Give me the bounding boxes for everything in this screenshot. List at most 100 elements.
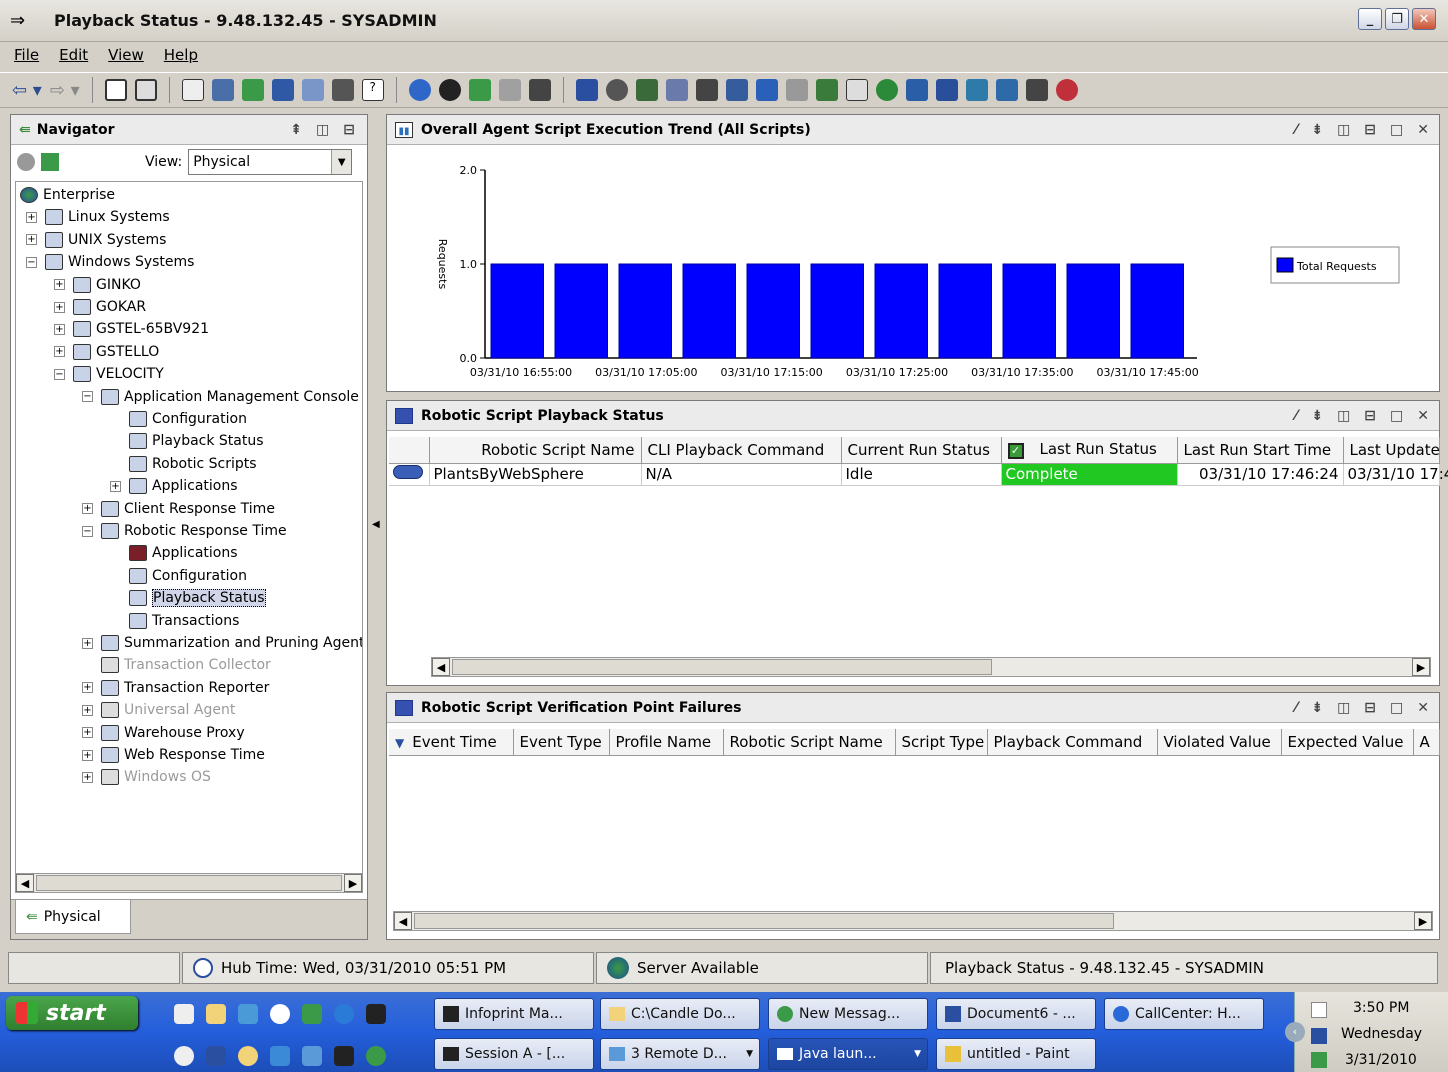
tree-node[interactable]: + Transaction Reporter	[82, 677, 269, 699]
topology-view-icon[interactable]	[995, 79, 1018, 101]
bar-chart-icon[interactable]	[635, 79, 658, 101]
column-header[interactable]: Profile Name	[609, 729, 724, 756]
link-icon[interactable]	[211, 79, 234, 101]
restore-button[interactable]: ❐	[1385, 8, 1409, 30]
column-header[interactable]: Playback Command	[987, 729, 1158, 756]
tree-node[interactable]: Transaction Collector	[82, 654, 271, 676]
panel-splitter[interactable]: ◀	[370, 114, 382, 940]
properties-icon[interactable]	[181, 79, 204, 101]
expand-icon[interactable]: +	[82, 704, 93, 716]
expand-icon[interactable]: +	[54, 346, 65, 358]
message-log-icon[interactable]	[815, 79, 838, 101]
expand-icon[interactable]: +	[82, 749, 93, 761]
split-horizontal-icon[interactable]: ⊟	[1364, 122, 1376, 138]
taskbar-item[interactable]: Session A - [...	[434, 1038, 594, 1070]
tree-node[interactable]: + GINKO	[54, 274, 141, 296]
split-vertical-icon[interactable]: ◫	[1337, 700, 1350, 716]
scroll-thumb[interactable]	[36, 875, 342, 891]
split-vertical-icon[interactable]: ◫	[1337, 408, 1350, 424]
taskbar-item[interactable]: Document6 - ...	[936, 998, 1096, 1030]
monitor-icon[interactable]	[725, 79, 748, 101]
scroll-right-icon[interactable]: ▶	[344, 874, 362, 892]
new-workspace-icon[interactable]	[104, 79, 127, 101]
stop-icon[interactable]	[438, 79, 461, 101]
collapse-left-icon[interactable]: ◀	[372, 519, 380, 530]
view-select[interactable]: Physical ▼	[188, 149, 353, 175]
scroll-left-icon[interactable]: ◀	[16, 874, 34, 892]
column-header[interactable]: Last Run Start Time	[1177, 437, 1344, 464]
tree-node[interactable]: − Robotic Response Time	[82, 520, 287, 542]
clock-time[interactable]: 3:50 PM	[1353, 1000, 1409, 1016]
quicklaunch-icon[interactable]	[270, 1004, 290, 1024]
menu-view[interactable]: View	[108, 46, 144, 64]
tree-node[interactable]: Transactions	[110, 610, 239, 632]
collapse-icon[interactable]: ⇞	[290, 122, 302, 138]
quicklaunch-icon[interactable]	[238, 1004, 258, 1024]
scroll-right-icon[interactable]: ▶	[1412, 658, 1430, 676]
refresh-icon[interactable]	[468, 79, 491, 101]
help-icon[interactable]: ?	[361, 79, 384, 101]
column-header[interactable]: Last Update	[1343, 437, 1440, 464]
tree-node[interactable]: + Web Response Time	[82, 744, 265, 766]
expand-icon[interactable]: +	[110, 480, 121, 492]
tree-node[interactable]: + GSTELLO	[54, 341, 159, 363]
situation-icon[interactable]	[935, 79, 958, 101]
table-row[interactable]: PlantsByWebSphere N/A Idle Complete 03/3…	[389, 463, 1448, 486]
quicklaunch-icon[interactable]	[206, 1004, 226, 1024]
tree-node[interactable]: − Windows Systems	[26, 251, 194, 273]
collapse-icon[interactable]: ⇟	[1311, 122, 1323, 138]
tray-expand-icon[interactable]: ‹	[1285, 1022, 1305, 1042]
expand-icon[interactable]: +	[54, 279, 65, 291]
quicklaunch-icon[interactable]	[174, 1046, 194, 1066]
gauge-icon[interactable]	[695, 79, 718, 101]
camera-icon[interactable]	[965, 79, 988, 101]
edit-properties-icon[interactable]: ⁄	[1295, 700, 1297, 716]
quicklaunch-icon[interactable]	[206, 1046, 226, 1066]
close-view-icon[interactable]: ✕	[1417, 122, 1429, 138]
tree-node[interactable]: + Applications	[110, 475, 238, 497]
note-icon[interactable]	[845, 79, 868, 101]
tree-node[interactable]: + Warehouse Proxy	[82, 722, 245, 744]
collapse-icon[interactable]: −	[82, 525, 93, 537]
edit-properties-icon[interactable]: ⁄	[1295, 122, 1297, 138]
expand-icon[interactable]: +	[26, 211, 37, 223]
column-header[interactable]: A	[1413, 729, 1440, 756]
tree-node[interactable]: Configuration	[110, 408, 247, 430]
tree-node[interactable]: + UNIX Systems	[26, 229, 166, 251]
column-header[interactable]: Current Run Status	[841, 437, 1002, 464]
maximize-icon[interactable]: □	[1390, 700, 1403, 716]
taskbar-item[interactable]: New Messag...	[768, 998, 928, 1030]
pause-icon[interactable]	[408, 79, 431, 101]
row-link-icon[interactable]	[389, 463, 430, 486]
vp-horizontal-scrollbar[interactable]: ◀ ▶	[393, 911, 1433, 931]
scroll-left-icon[interactable]: ◀	[394, 912, 412, 930]
quicklaunch-icon[interactable]	[302, 1046, 322, 1066]
tray-icon[interactable]	[1311, 1002, 1327, 1018]
tray-icon[interactable]	[1311, 1028, 1327, 1044]
notepad-icon[interactable]	[755, 79, 778, 101]
tree-node[interactable]: Playback Status	[110, 430, 264, 452]
save-icon[interactable]	[134, 79, 157, 101]
taskbar-item[interactable]: untitled - Paint	[936, 1038, 1096, 1070]
split-horizontal-icon[interactable]: ⊟	[1364, 408, 1376, 424]
tray-icon[interactable]	[1311, 1052, 1327, 1068]
quicklaunch-icon[interactable]	[302, 1004, 322, 1024]
start-button[interactable]: start	[6, 996, 138, 1030]
tree-node[interactable]: Applications	[110, 542, 238, 564]
back-arrow-icon[interactable]: ⇦ ▾	[12, 80, 42, 101]
tree-node[interactable]: Configuration	[110, 565, 247, 587]
sound-icon[interactable]	[528, 79, 551, 101]
scroll-right-icon[interactable]: ▶	[1414, 912, 1432, 930]
quicklaunch-icon[interactable]	[270, 1046, 290, 1066]
column-header[interactable]: Violated Value	[1157, 729, 1282, 756]
edit-icon[interactable]	[905, 79, 928, 101]
expand-icon[interactable]: +	[82, 637, 93, 649]
quicklaunch-icon[interactable]	[366, 1046, 386, 1066]
quicklaunch-icon[interactable]	[366, 1004, 386, 1024]
edit-properties-icon[interactable]: ⁄	[1295, 408, 1297, 424]
minimize-button[interactable]: _	[1358, 8, 1382, 30]
column-header[interactable]: CLI Playback Command	[641, 437, 842, 464]
column-header[interactable]: Expected Value	[1281, 729, 1414, 756]
column-header[interactable]: Event Type	[513, 729, 610, 756]
pie-chart-icon[interactable]	[605, 79, 628, 101]
